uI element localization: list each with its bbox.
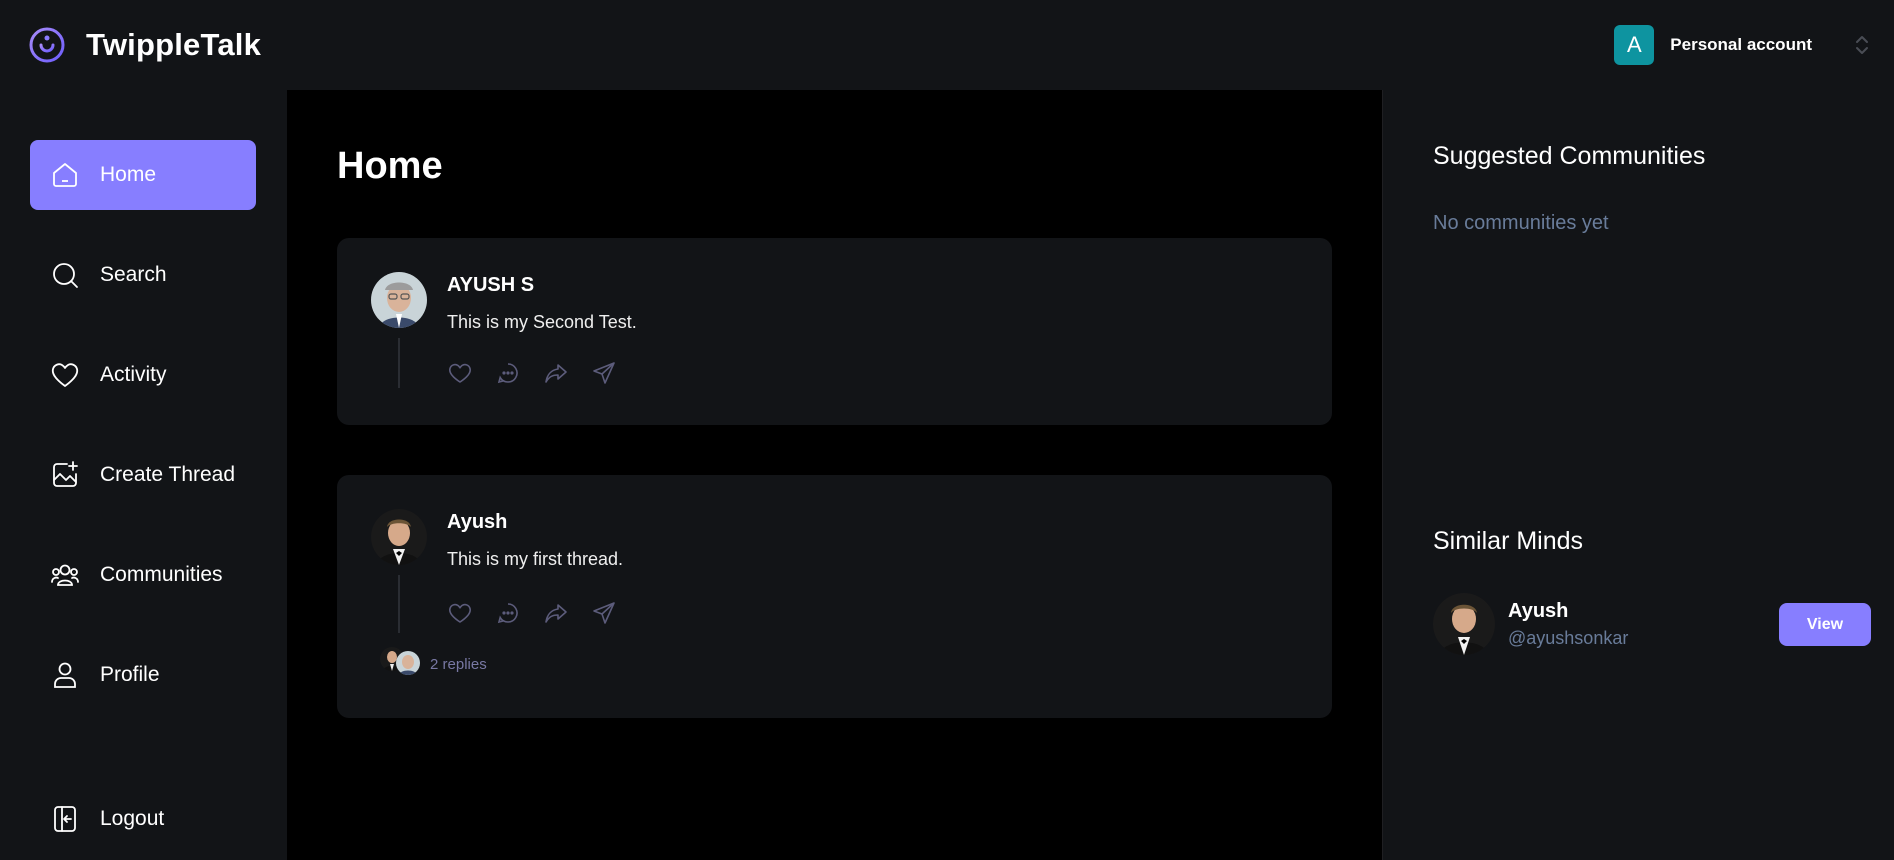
no-communities-text: No communities yet [1433, 212, 1609, 234]
reply-icon[interactable] [495, 360, 520, 385]
communities-icon [50, 560, 80, 590]
sidebar-item-label: Search [100, 263, 167, 286]
reply-icon[interactable] [495, 600, 520, 625]
view-button[interactable]: View [1779, 603, 1871, 646]
thread-card[interactable]: AYUSH S This is my Second Test. [337, 238, 1332, 425]
brand[interactable]: TwippleTalk [28, 26, 261, 64]
thread-actions [447, 360, 616, 385]
avatar[interactable] [371, 509, 427, 565]
thread-line [398, 338, 400, 388]
avatar [396, 651, 420, 675]
reply-avatars [380, 643, 420, 685]
brand-name: TwippleTalk [86, 27, 262, 62]
thread-author[interactable]: AYUSH S [447, 274, 534, 297]
similar-minds-title: Similar Minds [1433, 527, 1584, 555]
heart-icon [50, 360, 80, 390]
sidebar-item-label: Create Thread [100, 463, 236, 486]
account-label: Personal account [1670, 35, 1812, 54]
sidebar-item-profile[interactable]: Profile [30, 640, 256, 710]
thread-line [398, 575, 400, 633]
logo-icon [28, 26, 66, 64]
sidebar-item-create-thread[interactable]: Create Thread [30, 440, 256, 510]
left-sidebar: Home Search Activity Create Thread Commu… [0, 90, 287, 860]
replies-count: 2 replies [430, 655, 487, 673]
share-icon[interactable] [591, 360, 616, 385]
thread-text: This is my first thread. [447, 549, 624, 569]
search-icon [50, 260, 80, 290]
user-handle: @ayushsonkar [1508, 628, 1629, 648]
create-thread-icon [50, 460, 80, 490]
sidebar-item-search[interactable]: Search [30, 240, 256, 310]
heart-icon[interactable] [447, 600, 472, 625]
page-title: Home [337, 145, 443, 187]
user-name: Ayush [1508, 600, 1569, 622]
repost-icon[interactable] [543, 360, 568, 385]
right-sidebar: Suggested Communities No communities yet… [1382, 90, 1894, 860]
replies-link[interactable]: 2 replies [380, 643, 487, 685]
avatar[interactable] [1433, 593, 1495, 655]
sidebar-item-label: Communities [100, 563, 223, 586]
main-feed: Home AYUSH S This is my Second Test. Ayu… [287, 90, 1382, 860]
share-icon[interactable] [591, 600, 616, 625]
thread-card[interactable]: Ayush This is my first thread. 2 replies [337, 475, 1332, 718]
sidebar-item-label: Home [100, 163, 157, 186]
logout-button[interactable]: Logout [30, 784, 256, 854]
user-icon [50, 660, 80, 690]
repost-icon[interactable] [543, 600, 568, 625]
logout-icon [50, 804, 80, 834]
home-icon [50, 160, 80, 190]
account-switcher[interactable]: A Personal account [1614, 25, 1870, 65]
sidebar-item-home[interactable]: Home [30, 140, 256, 210]
thread-text: This is my Second Test. [447, 312, 637, 332]
logout-label: Logout [100, 807, 165, 830]
top-bar: TwippleTalk A Personal account [0, 0, 1894, 90]
sidebar-item-label: Activity [100, 363, 167, 386]
sidebar-item-activity[interactable]: Activity [30, 340, 256, 410]
thread-author[interactable]: Ayush [447, 511, 507, 534]
avatar[interactable] [371, 272, 427, 328]
sidebar-item-label: Profile [100, 663, 160, 686]
suggested-communities-title: Suggested Communities [1433, 142, 1706, 170]
sidebar-item-communities[interactable]: Communities [30, 540, 256, 610]
heart-icon[interactable] [447, 360, 472, 385]
thread-actions [447, 600, 616, 625]
account-avatar: A [1614, 25, 1655, 65]
chevron-up-down-icon [1854, 33, 1870, 57]
